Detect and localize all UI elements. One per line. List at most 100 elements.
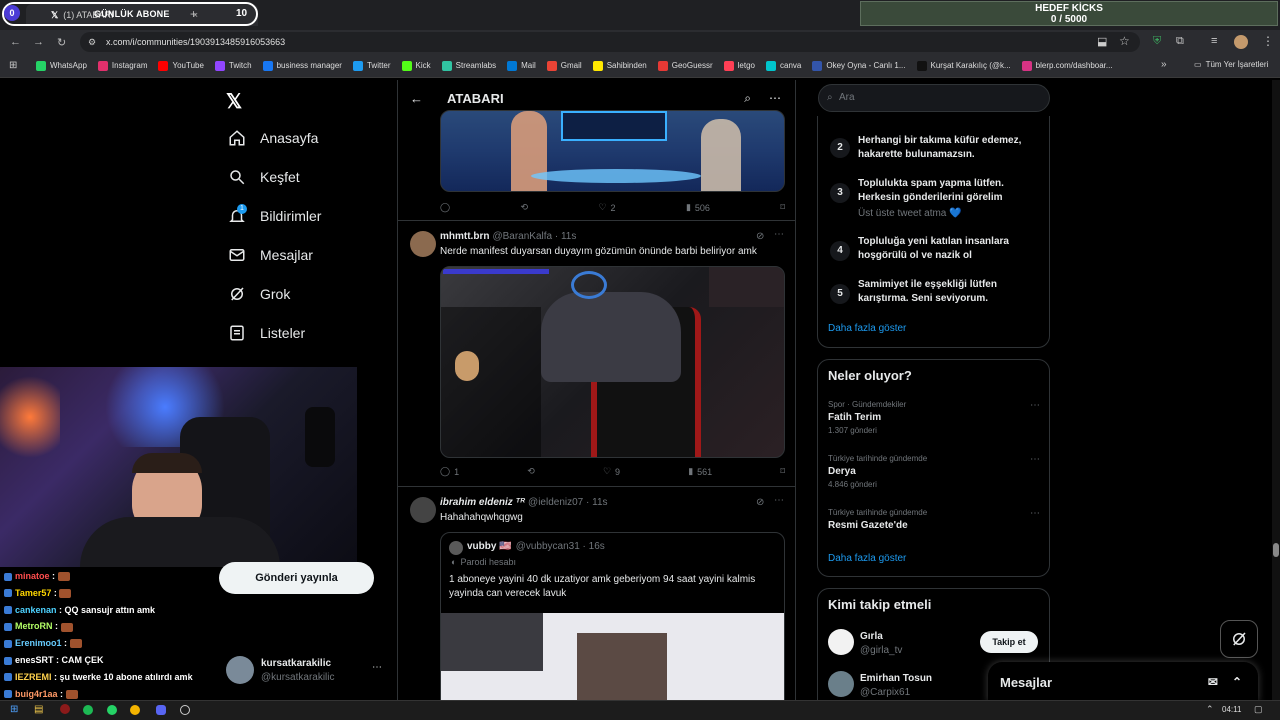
follow-button[interactable]: Takip et <box>980 631 1038 653</box>
url-field[interactable]: x.com/i/communities/1903913485916053663 <box>80 32 1140 52</box>
trend-item[interactable]: Türkiye tarihinde gündemde Derya 4.846 g… <box>828 454 1040 489</box>
account-more-icon[interactable]: ⋯ <box>372 662 382 673</box>
trend-more-icon[interactable]: ⋯ <box>1030 400 1040 411</box>
browser-menu-icon[interactable]: ⋮ <box>1262 34 1274 48</box>
app-icon-1[interactable] <box>60 704 70 714</box>
reply-icon[interactable]: ◯ <box>440 202 450 213</box>
bookmark-item[interactable]: Streamlabs <box>441 60 496 71</box>
tweet-author-handle[interactable]: @BaranKalfa · 11s <box>492 231 576 242</box>
bookmark-item[interactable]: Instagram <box>97 60 147 71</box>
new-message-icon[interactable]: ✉ <box>1208 675 1218 689</box>
rules-show-more-link[interactable]: Daha fazla göster <box>828 323 906 334</box>
nav-item-lists[interactable]: Listeler <box>228 324 305 342</box>
bookmark-favicon-icon <box>592 60 603 71</box>
grok-floating-button[interactable] <box>1220 620 1258 658</box>
bookmark-item[interactable]: Twitch <box>214 60 252 71</box>
avatar[interactable] <box>410 231 436 257</box>
install-icon[interactable]: ⬓ <box>1097 35 1107 48</box>
like-button[interactable]: ♡ 9 <box>603 466 620 477</box>
trend-item[interactable]: Spor · Gündemdekiler Fatih Terim 1.307 g… <box>828 400 1040 435</box>
nav-item-grok[interactable]: Grok <box>228 285 290 303</box>
views-button[interactable]: ▮ 506 <box>686 202 710 213</box>
start-icon[interactable]: ⊞ <box>10 704 18 715</box>
bookmark-item[interactable]: Kick <box>401 60 431 71</box>
follow-item[interactable]: Gırla @girla_tv Takip et <box>828 629 1040 659</box>
trend-more-icon[interactable]: ⋯ <box>1030 454 1040 465</box>
bookmark-item[interactable]: GeoGuessr <box>657 60 713 71</box>
shield-extension-icon[interactable]: ⛨ <box>1153 35 1161 48</box>
back-icon[interactable]: ← <box>10 36 21 48</box>
back-arrow-icon[interactable]: ← <box>410 91 423 106</box>
bookmark-item[interactable]: Okey Oyna - Canlı 1... <box>812 60 906 71</box>
apps-grid-icon[interactable]: ⊞ <box>9 60 17 71</box>
tweet-video[interactable] <box>440 266 785 458</box>
mail-icon <box>229 249 245 261</box>
tweet[interactable]: ibrahim eldeniz ᵀᴿ @ieldeniz07 · 11s ⊘ ⋯… <box>398 487 795 700</box>
bookmark-item[interactable]: Kurşat Karakılıç (@k... <box>916 60 1011 71</box>
bookmark-item[interactable]: Sahibinden <box>592 60 647 71</box>
tweet[interactable]: ◯ ⟲ ♡ 2 ▮ 506 ⌑ <box>398 110 795 221</box>
tweet-author-handle[interactable]: @ieldeniz07 · 11s <box>528 497 607 508</box>
bookmark-star-icon[interactable]: ☆ <box>1119 34 1130 48</box>
obs-icon[interactable] <box>180 705 190 715</box>
search-input[interactable]: ⌕ Ara <box>818 84 1050 112</box>
feed-search-icon[interactable]: ⌕ <box>744 91 751 106</box>
tweet-more-icon[interactable]: ⋯ <box>774 229 784 240</box>
spotify-icon[interactable] <box>83 705 93 715</box>
trend-item[interactable]: Türkiye tarihinde gündemde Resmi Gazete'… <box>828 508 1040 531</box>
notification-center-icon[interactable]: ▢ <box>1254 704 1263 715</box>
retweet-icon[interactable]: ⟲ <box>520 202 528 213</box>
whatsapp-icon[interactable] <box>107 705 117 715</box>
trends-show-more-link[interactable]: Daha fazla göster <box>828 553 906 564</box>
bookmarks-overflow-icon[interactable]: » <box>1161 59 1167 70</box>
bookmark-item[interactable]: business manager <box>262 60 342 71</box>
bookmark-item[interactable]: YouTube <box>158 60 204 71</box>
grok-tweet-icon[interactable]: ⊘ <box>756 497 764 508</box>
grok-tweet-icon[interactable]: ⊘ <box>756 231 764 242</box>
bookmark-item[interactable]: blerp.com/dashboar... <box>1021 60 1113 71</box>
expand-drawer-icon[interactable]: ⌃ <box>1232 675 1242 689</box>
reload-icon[interactable]: ↻ <box>57 36 66 49</box>
tweet-author-name[interactable]: mhmtt.brn <box>440 231 489 242</box>
nav-item-explore[interactable]: Keşfet <box>228 168 300 186</box>
post-button[interactable]: Gönderi yayınla <box>219 562 374 594</box>
messages-drawer[interactable]: Mesajlar ✉ ⌃ <box>988 662 1258 702</box>
all-bookmarks[interactable]: ▭ Tüm Yer İşaretleri <box>1194 60 1268 69</box>
feed-more-icon[interactable]: ⋯ <box>769 91 781 105</box>
extensions-icon[interactable]: ⧉ <box>1176 35 1184 48</box>
tweet[interactable]: mhmtt.brn @BaranKalfa · 11s ⊘ ⋯ Nerde ma… <box>398 221 795 487</box>
rule-text: Toplulukta spam yapma lütfen. Herkesin g… <box>858 177 1036 221</box>
discord-icon[interactable] <box>156 705 166 715</box>
tweet-more-icon[interactable]: ⋯ <box>774 495 784 506</box>
bookmark-item[interactable]: letgo <box>723 60 755 71</box>
views-button[interactable]: ▮ 561 <box>688 466 712 477</box>
bookmark-item[interactable]: Twitter <box>352 60 391 71</box>
media-icon[interactable]: ≡ <box>1211 35 1217 47</box>
page-scrollbar[interactable] <box>1272 80 1280 700</box>
tweet-author-name[interactable]: ibrahim eldeniz ᵀᴿ <box>440 497 525 508</box>
nav-item-messages[interactable]: Mesajlar <box>228 246 313 264</box>
quote-tweet[interactable]: vubby 🇺🇸 @vubbycan31 · 16s ◐ Parodi hesa… <box>440 532 785 700</box>
profile-avatar-icon[interactable] <box>1234 35 1248 49</box>
bookmark-icon[interactable]: ⌑ <box>780 202 785 213</box>
nav-item-home[interactable]: Anasayfa <box>228 129 318 147</box>
bookmark-item[interactable]: WhatsApp <box>36 60 87 71</box>
forward-icon[interactable]: → <box>33 36 44 48</box>
bookmark-item[interactable]: canva <box>766 60 801 71</box>
site-info-icon[interactable]: ⚙ <box>88 37 96 48</box>
explorer-icon[interactable]: ▤ <box>34 704 43 715</box>
reply-button[interactable]: ◯ 1 <box>440 466 459 477</box>
avatar[interactable] <box>410 497 436 523</box>
bookmark-item[interactable]: Gmail <box>546 60 582 71</box>
like-button[interactable]: ♡ 2 <box>598 202 615 213</box>
bookmark-item[interactable]: Mail <box>507 60 536 71</box>
x-logo-icon[interactable]: 𝕏 <box>226 89 242 114</box>
tray-chevron-icon[interactable]: ⌃ <box>1206 704 1214 715</box>
scrollbar-thumb[interactable] <box>1273 543 1279 557</box>
quote-media[interactable] <box>441 613 784 700</box>
bookmark-icon[interactable]: ⌑ <box>780 466 785 477</box>
chrome-icon[interactable] <box>130 705 140 715</box>
retweet-icon[interactable]: ⟲ <box>527 466 535 477</box>
trend-more-icon[interactable]: ⋯ <box>1030 508 1040 519</box>
tweet-media-image[interactable] <box>440 110 785 192</box>
